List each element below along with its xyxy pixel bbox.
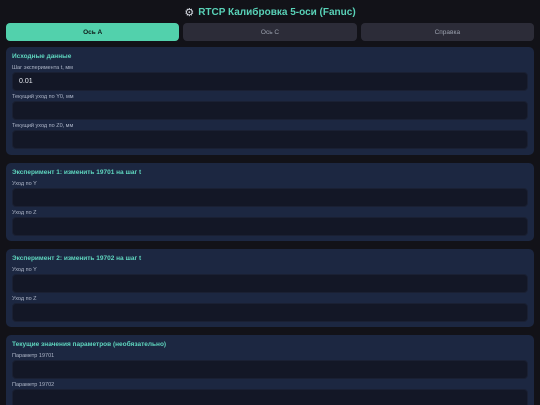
current-params-title: Текущие значения параметров (необязатель… <box>12 341 167 348</box>
exp1-z-input[interactable] <box>12 217 528 236</box>
step-input[interactable]: 0.01 <box>12 72 528 91</box>
app-header: ⚙ RTCP Калибровка 5-оси (Fanuc) <box>6 0 534 22</box>
exp1-y-label: Уход по Y <box>12 181 37 187</box>
gear-icon: ⚙ <box>184 6 195 19</box>
y0-label: Текущий уход по Y0, мм <box>12 94 74 100</box>
param-19701-label: Параметр 19701 <box>12 353 55 359</box>
current-params-card: Текущие значения параметров (необязатель… <box>6 335 534 405</box>
exp2-z-label: Уход по Z <box>12 296 37 302</box>
exp1-y-input[interactable] <box>12 188 528 207</box>
exp1-z-label: Уход по Z <box>12 210 37 216</box>
exp2-y-input[interactable] <box>12 274 528 293</box>
exp2-y-label: Уход по Y <box>12 267 37 273</box>
experiment-2-title: Эксперимент 2: изменить 19702 на шаг t <box>12 255 142 262</box>
experiment-1-title: Эксперимент 1: изменить 19701 на шаг t <box>12 169 142 176</box>
z0-input[interactable] <box>12 130 528 149</box>
y0-input[interactable] <box>12 101 528 120</box>
param-19702-label: Параметр 19702 <box>12 382 55 388</box>
source-data-title: Исходные данные <box>12 53 72 60</box>
tab-axis-c[interactable]: Ось C <box>183 23 357 41</box>
experiment-2-card: Эксперимент 2: изменить 19702 на шаг t У… <box>6 249 534 327</box>
app-title: RTCP Калибровка 5-оси (Fanuc) <box>198 6 356 18</box>
param-19701-input[interactable] <box>12 360 528 379</box>
tab-axis-a[interactable]: Ось A <box>6 23 180 41</box>
source-data-card: Исходные данные Шаг эксперимента t, мм 0… <box>6 47 534 155</box>
z0-label: Текущий уход по Z0, мм <box>12 123 74 129</box>
step-label: Шаг эксперимента t, мм <box>12 65 73 71</box>
tab-bar: Ось A Ось C Справка <box>6 23 534 41</box>
tab-help[interactable]: Справка <box>360 23 534 41</box>
exp2-z-input[interactable] <box>12 303 528 322</box>
param-19702-input[interactable] <box>12 389 528 405</box>
app-page: ⚙ RTCP Калибровка 5-оси (Fanuc) Ось A Ос… <box>0 0 540 405</box>
experiment-1-card: Эксперимент 1: изменить 19701 на шаг t У… <box>6 163 534 241</box>
